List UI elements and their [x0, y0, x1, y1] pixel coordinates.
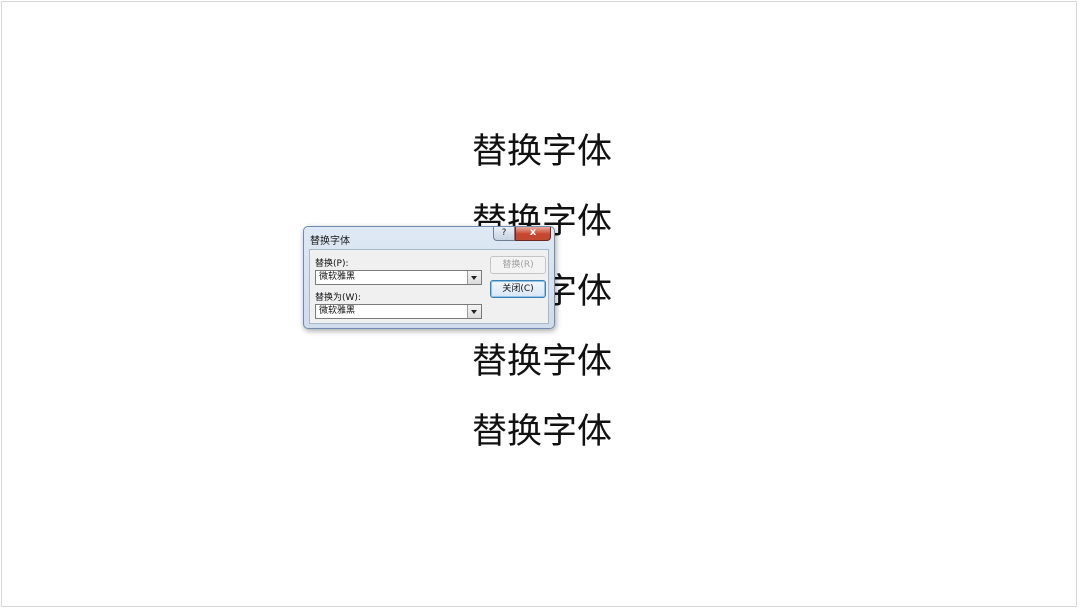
- replace-font-dialog: 替换字体 ? x 替换(P): 微软雅黑 替换为(W): 微软雅黑 替换(R) …: [303, 226, 555, 329]
- close-button[interactable]: 关闭(C): [490, 280, 546, 298]
- chevron-down-icon[interactable]: [467, 305, 481, 318]
- slide-text-line: 替换字体: [472, 132, 613, 172]
- dialog-title: 替换字体: [310, 236, 350, 247]
- replace-with-font-select[interactable]: 微软雅黑: [315, 304, 482, 319]
- slide-text-line: 替换字体: [472, 342, 613, 382]
- replace-button[interactable]: 替换(R): [490, 256, 546, 274]
- chevron-down-icon[interactable]: [467, 271, 481, 284]
- title-bar-buttons: ? x: [493, 227, 551, 241]
- slide-text-line: 替换字体: [472, 412, 613, 452]
- replace-with-font-value: 微软雅黑: [319, 306, 356, 316]
- help-icon[interactable]: ?: [493, 227, 515, 241]
- close-icon[interactable]: x: [515, 227, 551, 241]
- dialog-body: 替换(P): 微软雅黑 替换为(W): 微软雅黑 替换(R) 关闭(C): [309, 249, 549, 324]
- replace-with-label: 替换为(W):: [315, 293, 361, 303]
- replace-font-value: 微软雅黑: [319, 272, 356, 282]
- replace-font-select[interactable]: 微软雅黑: [315, 270, 482, 285]
- replace-label: 替换(P):: [315, 259, 349, 269]
